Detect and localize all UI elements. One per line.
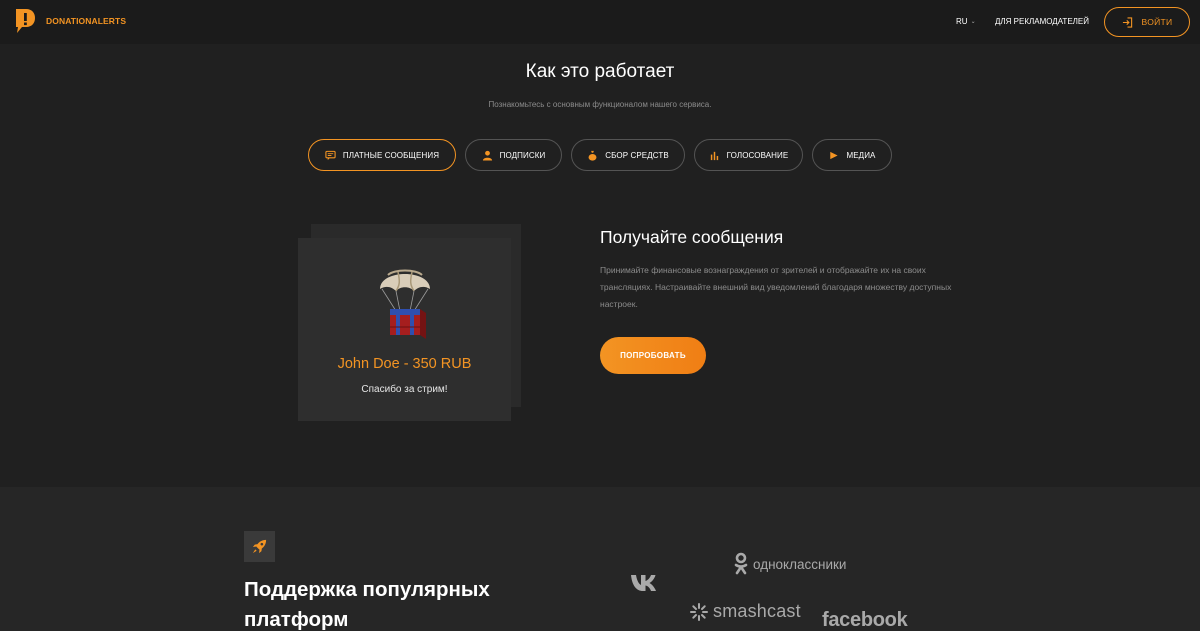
- demo-alert-card: John Doe - 350 RUB Спасибо за стрим!: [298, 238, 511, 421]
- platforms-section: Поддержка популярных платформ одноклассн…: [0, 487, 1200, 631]
- brand-logo[interactable]: DONATIONALERTS: [14, 8, 126, 34]
- odnoklassniki-logo: одноклассники: [734, 552, 846, 576]
- tab-paid-messages[interactable]: ПЛАТНЫЕ СООБЩЕНИЯ: [308, 139, 456, 171]
- tab-label: ПЛАТНЫЕ СООБЩЕНИЯ: [342, 150, 440, 160]
- smashcast-text: smashcast: [713, 601, 801, 621]
- odnoklassniki-icon: [734, 552, 748, 575]
- donation-message: Спасибо за стрим!: [361, 384, 448, 395]
- advertisers-link[interactable]: ДЛЯ РЕКЛАМОДАТЕЛЕЙ: [995, 17, 1089, 26]
- message-icon: [325, 150, 336, 161]
- language-selector[interactable]: RU ⌄: [956, 17, 976, 26]
- try-button[interactable]: ПОПРОБОВАТЬ: [600, 337, 706, 374]
- vk-icon: [631, 575, 656, 591]
- login-icon: [1122, 16, 1132, 28]
- login-button[interactable]: ВОЙТИ: [1104, 7, 1190, 37]
- how-it-works-subtitle: Познакомьтесь с основным функционалом на…: [488, 100, 712, 109]
- rocket-icon: [252, 539, 267, 554]
- facebook-logo: facebook: [822, 609, 908, 631]
- brand-name: DONATIONALERTS: [46, 16, 127, 26]
- tab-label: ГОЛОСОВАНИЕ: [726, 150, 789, 160]
- how-it-works-title: Как это работает: [525, 61, 675, 82]
- smashcast-icon: [690, 602, 708, 621]
- language-label: RU: [956, 17, 968, 26]
- play-icon: [828, 150, 839, 161]
- rocket-icon-box: [244, 531, 275, 562]
- tab-fundraising[interactable]: СБОР СРЕДСТВ: [571, 139, 685, 171]
- platforms-title: Поддержка популярных платформ: [244, 578, 490, 631]
- donation-amount-label: John Doe - 350 RUB: [337, 356, 472, 372]
- chevron-down-icon: ⌄: [970, 19, 976, 25]
- tab-label: ПОДПИСКИ: [499, 150, 546, 160]
- login-label: ВОЙТИ: [1141, 17, 1173, 27]
- tab-voting[interactable]: ГОЛОСОВАНИЕ: [694, 139, 803, 171]
- odnoklassniki-text: одноклассники: [753, 556, 847, 572]
- tab-label: МЕДИА: [846, 150, 876, 160]
- bar-chart-icon: [709, 150, 720, 161]
- tab-media[interactable]: МЕДИА: [812, 139, 892, 171]
- feature-title: Получайте сообщения: [600, 227, 784, 247]
- user-icon: [482, 150, 493, 161]
- tab-subscriptions[interactable]: ПОДПИСКИ: [465, 139, 562, 171]
- top-header: DONATIONALERTS RU ⌄ ДЛЯ РЕКЛАМОДАТЕЛЕЙ В…: [0, 0, 1200, 44]
- donationalerts-logo-icon: [16, 9, 35, 33]
- vk-logo: [630, 573, 663, 593]
- parachute-crate-icon: [380, 269, 430, 339]
- tab-label: СБОР СРЕДСТВ: [605, 150, 669, 160]
- money-bag-icon: [587, 150, 598, 161]
- feature-description: Принимайте финансовые вознаграждения от …: [600, 265, 952, 309]
- smashcast-logo: smashcast: [690, 601, 801, 622]
